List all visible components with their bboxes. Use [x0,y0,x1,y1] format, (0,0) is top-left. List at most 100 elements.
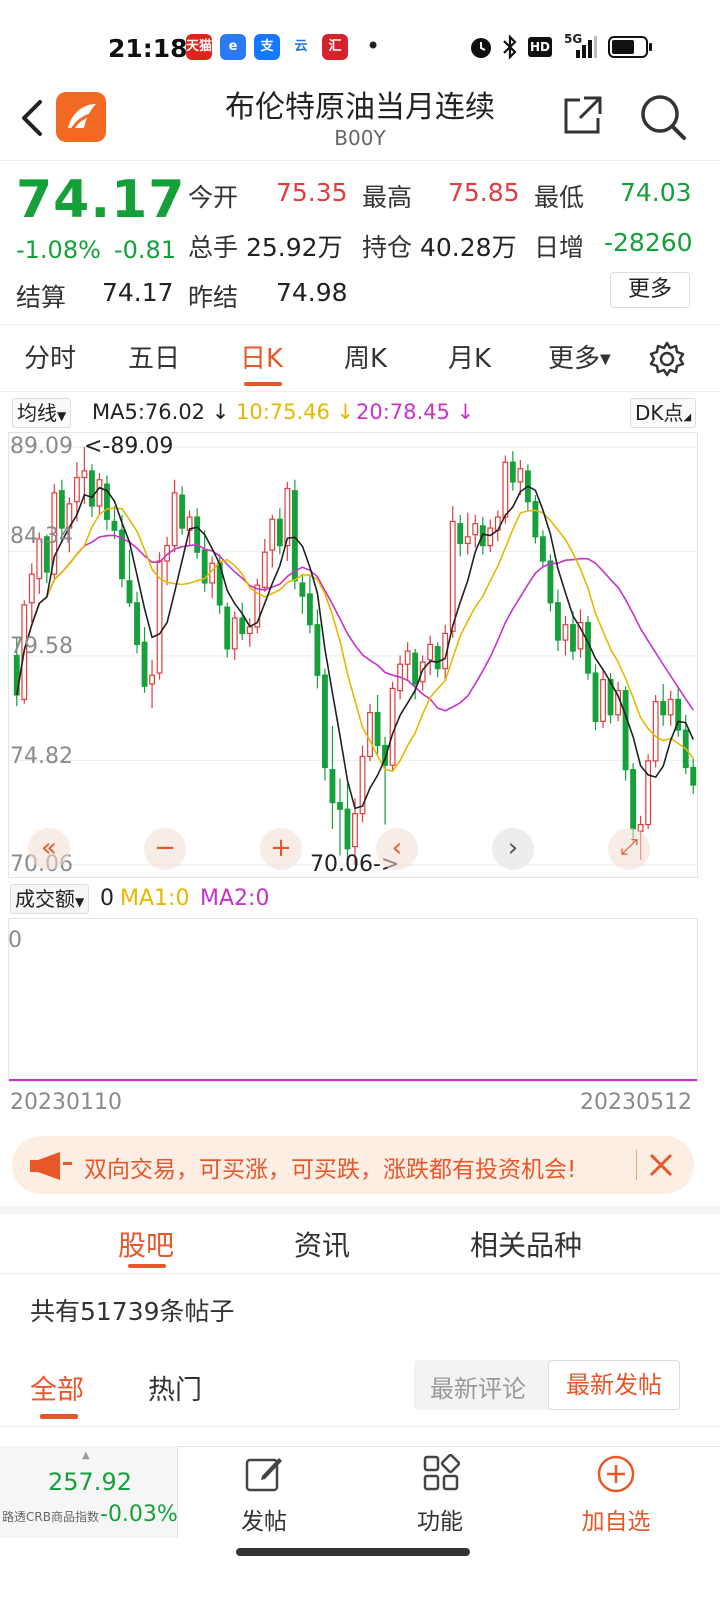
volume-value: 25.92万 [246,233,343,262]
candle [88,464,95,518]
candle [254,578,261,634]
add-watchlist-label: 加自选 [581,1509,651,1535]
sort-latest-post[interactable]: 最新发帖 [548,1360,680,1410]
candle-body [570,624,576,652]
candle-body [73,476,80,503]
tab-news[interactable]: 资讯 [294,1224,350,1264]
scroll-left-fast-button[interactable]: « [28,828,70,870]
candle-body [306,593,313,626]
page-title: 布伦特原油当月连续 [225,90,495,125]
prev-settle-label: 昨结 [188,283,239,312]
back-arrow-icon[interactable] [16,96,52,140]
caret-down-icon: ▼ [75,895,85,909]
candle [592,664,599,731]
candle [382,736,388,825]
candle-body [344,808,351,850]
candle [149,659,155,709]
candle [134,591,140,654]
candle [284,481,291,561]
tab-forum[interactable]: 股吧 [118,1224,174,1264]
candle-body [502,461,509,518]
candle [231,611,238,660]
candle [675,688,682,737]
candle [539,530,546,568]
date-end-label: 20230512 [580,1090,692,1115]
candlestick-chart[interactable] [8,432,699,878]
scroll-right-button[interactable]: › [492,828,534,870]
candle [389,681,396,772]
caret-down-icon: ▼ [57,409,67,423]
volume-ma2: MA2:0 [200,886,270,911]
candle [427,635,434,676]
candle-body [374,711,381,747]
tab-monthly-k[interactable]: 月K [448,338,491,375]
candle-body [660,700,667,716]
functions-button[interactable]: 功能 [380,1452,500,1536]
tab-daily-k[interactable]: 日K [240,338,283,375]
corner-arrow-icon: ◢ [683,412,692,423]
candle [690,758,697,794]
candle-body [246,626,253,635]
candle [359,745,366,823]
candle-body [276,518,283,547]
index-ticker[interactable]: ▲ 257.92 路透CRB商品指数 -0.03% [0,1446,178,1538]
close-icon[interactable] [648,1152,674,1178]
candle-body [269,518,276,551]
megaphone-icon [30,1152,72,1180]
high-value: 75.85 [448,178,520,207]
app-logo-icon [68,104,96,131]
signal-icon [576,36,597,58]
sort-latest-comment[interactable]: 最新评论 [430,1369,526,1404]
candle [652,694,659,768]
candle [239,602,246,641]
tab-five-day[interactable]: 五日 [128,338,180,375]
tab-all-posts[interactable]: 全部 [30,1368,84,1407]
candle [434,642,441,678]
tab-intraday[interactable]: 分时 [24,338,76,375]
more-quote-button[interactable]: 更多 [610,272,690,308]
change-value: -0.81 [114,236,177,264]
content-tab-bar [0,1206,720,1274]
add-watchlist-button[interactable]: 加自选 [556,1452,676,1536]
y-axis-label: 79.58 [10,634,73,659]
candle-body [472,523,479,536]
indicator-selector-label: 均线 [17,401,57,425]
settings-gear-icon[interactable] [648,340,686,378]
candle-body [141,641,148,687]
share-icon[interactable] [560,94,604,138]
active-tab-indicator [244,382,282,386]
candle-body [329,769,336,804]
tab-weekly-k[interactable]: 周K [344,338,387,375]
candlestick-svg [9,446,699,866]
tab-more-periods[interactable]: 更多▼ [548,338,611,375]
candle [457,514,464,557]
volume-indicator-selector[interactable]: 成交额▼ [10,884,90,914]
promo-banner[interactable]: 双向交易，可买涨，可买跌，涨跌都有投资机会! [12,1136,694,1194]
zoom-out-button[interactable]: − [144,828,186,870]
post-button[interactable]: 发帖 [204,1452,324,1536]
app-logo[interactable] [56,92,106,142]
volume-chart[interactable] [8,918,698,1082]
tab-hot-posts[interactable]: 热门 [148,1368,202,1407]
tab-related[interactable]: 相关品种 [470,1224,582,1264]
dk-point-button[interactable]: DK点◢ [630,398,697,428]
candle-body [652,700,659,762]
zoom-in-button[interactable]: + [260,828,302,870]
indicator-selector[interactable]: 均线▼ [12,398,72,428]
search-icon[interactable] [638,92,688,142]
candle-body [667,698,674,716]
candle-body [509,461,516,483]
candle-body [284,487,291,547]
telecom-app-icon: 云 [288,34,314,60]
scroll-left-button[interactable]: ‹ [376,828,418,870]
candle-body [299,582,306,597]
candle-body [96,479,103,507]
candle [314,609,321,689]
candle-body [337,802,343,810]
candle [194,508,201,559]
fullscreen-icon[interactable]: ⤢ [608,828,650,870]
candle [404,642,411,680]
candle-body [291,490,298,582]
candle [306,576,313,634]
home-indicator[interactable] [236,1548,470,1556]
